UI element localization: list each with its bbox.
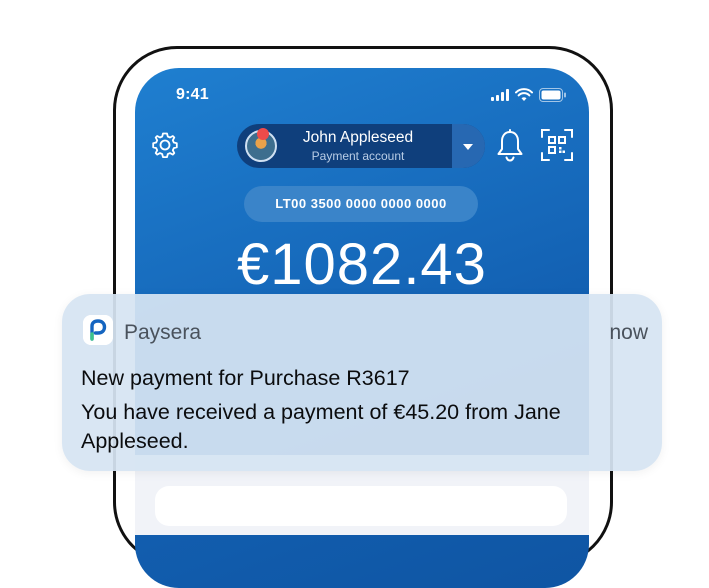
qr-code-icon[interactable] [540, 128, 574, 162]
notification-time: now [609, 321, 648, 344]
bell-icon[interactable] [494, 128, 526, 164]
notification-title: New payment for Purchase R3617 [81, 366, 410, 390]
status-icons [489, 87, 569, 103]
status-time: 9:41 [176, 86, 209, 103]
battery-icon [539, 88, 566, 102]
account-type: Payment account [311, 149, 405, 163]
notification-app-name: Paysera [124, 321, 202, 344]
account-name: John Appleseed [302, 129, 414, 146]
wifi-icon [515, 88, 533, 101]
paysera-logo-icon [83, 315, 113, 345]
notification-dot [257, 128, 269, 140]
account-balance: €1082.43 [237, 232, 487, 297]
signal-icon [491, 89, 509, 101]
content-card[interactable] [155, 486, 567, 526]
notification-body: You have received a payment of €45.20 fr… [81, 400, 561, 453]
iban-chip[interactable]: LT00 3500 0000 0000 0000 [244, 186, 478, 222]
gear-icon[interactable] [150, 130, 180, 160]
